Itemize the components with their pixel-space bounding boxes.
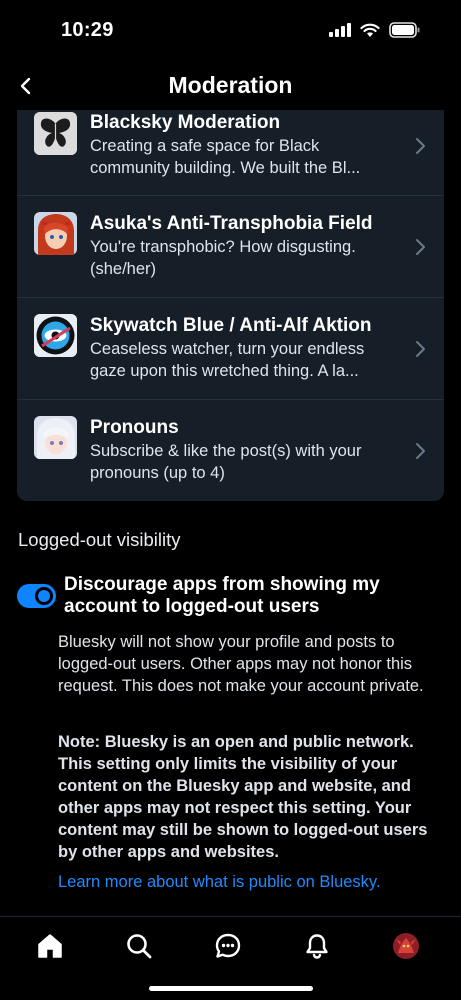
status-bar: 10:29 — [0, 0, 461, 62]
labeler-row-pronouns[interactable]: Pronouns Subscribe & like the post(s) wi… — [17, 400, 444, 501]
profile-avatar — [393, 933, 419, 959]
toggle-label[interactable]: Discourage apps from showing my account … — [64, 574, 424, 618]
labeler-list-card: Blacksky Moderation Creating a safe spac… — [17, 92, 444, 501]
battery-icon — [389, 22, 421, 43]
header: Moderation — [0, 62, 461, 110]
labeler-description: Creating a safe space for Black communit… — [90, 137, 361, 177]
status-time: 10:29 — [61, 19, 114, 41]
chevron-right-icon — [414, 136, 428, 156]
labeler-row-skywatch[interactable]: Skywatch Blue / Anti-Alf Aktion Ceaseles… — [17, 298, 444, 400]
visibility-note: Note: Bluesky is an open and public netw… — [58, 733, 428, 861]
labeler-row-asuka[interactable]: Asuka's Anti-Transphobia Field You're tr… — [17, 196, 444, 298]
chevron-right-icon — [414, 441, 428, 461]
tab-notifications[interactable] — [302, 931, 332, 961]
notifications-icon — [306, 934, 328, 959]
labeler-description: You're transphobic? How disgusting. (she… — [90, 238, 356, 278]
chevron-right-icon — [414, 237, 428, 257]
wifi-icon — [360, 23, 380, 43]
logged-out-visibility-toggle[interactable] — [17, 584, 56, 608]
butterfly-avatar — [34, 112, 77, 155]
eye-badge-avatar — [34, 314, 77, 357]
anime-girl-white-hair-avatar — [34, 416, 77, 459]
anime-girl-red-hair-avatar — [34, 212, 77, 255]
section-title-logged-out-visibility: Logged-out visibility — [18, 529, 181, 550]
learn-more-link[interactable]: Learn more about what is public on Blues… — [58, 873, 381, 892]
labeler-description: Subscribe & like the post(s) with your p… — [90, 442, 362, 482]
tab-search[interactable] — [124, 931, 154, 961]
labeler-name: Skywatch Blue / Anti-Alf Aktion — [90, 315, 372, 336]
tab-home[interactable] — [35, 931, 65, 961]
labeler-name: Blacksky Moderation — [90, 112, 281, 133]
visibility-explanation: Bluesky will not show your profile and p… — [58, 633, 424, 695]
home-indicator — [149, 986, 313, 991]
labeler-name: Pronouns — [90, 417, 179, 438]
page-title: Moderation — [168, 72, 293, 98]
home-icon — [38, 934, 62, 958]
status-icons — [329, 22, 421, 43]
chat-icon — [215, 933, 241, 958]
signal-icon — [329, 23, 351, 42]
labeler-name: Asuka's Anti-Transphobia Field — [90, 213, 373, 234]
moderation-screen: Blacksky Moderation Creating a safe spac… — [0, 0, 461, 1000]
tab-profile[interactable] — [391, 931, 421, 961]
labeler-description: Ceaseless watcher, turn your endless gaz… — [90, 340, 365, 380]
tab-chat[interactable] — [213, 931, 243, 961]
search-icon — [127, 934, 152, 959]
scroll-area[interactable]: Blacksky Moderation Creating a safe spac… — [0, 0, 461, 920]
chevron-right-icon — [414, 339, 428, 359]
toggle-knob — [35, 587, 53, 605]
